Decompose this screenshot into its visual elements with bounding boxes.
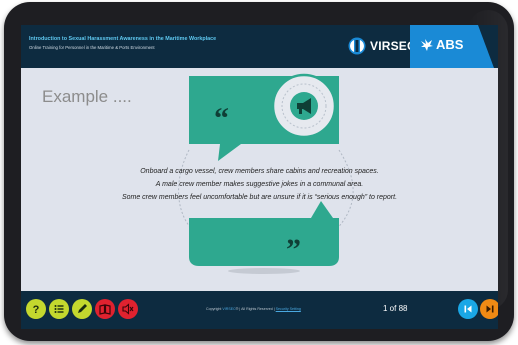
list-icon	[54, 305, 64, 313]
menu-button[interactable]	[49, 299, 69, 319]
help-button[interactable]: ?	[26, 299, 46, 319]
security-settings-link[interactable]: Security Setting	[276, 307, 301, 311]
scenario-line: A male crew member makes suggestive joke…	[155, 181, 364, 188]
next-button[interactable]	[480, 299, 498, 319]
bottom-speech-bubble	[189, 218, 339, 266]
skip-forward-icon	[486, 305, 494, 313]
speech-bubble-illustration: “ ”	[178, 73, 354, 274]
audio-button[interactable]	[118, 299, 138, 319]
close-quote-icon: ”	[286, 233, 301, 266]
scenario-line: Onboard a cargo vessel, crew members sha…	[140, 168, 379, 175]
skip-back-icon	[464, 305, 472, 313]
pencil-icon	[78, 304, 87, 313]
question-mark-icon: ?	[33, 304, 40, 315]
book-icon	[99, 304, 111, 315]
glossary-button[interactable]	[95, 299, 115, 319]
tablet-frame: Introduction to Sexual Harassment Awaren…	[4, 2, 514, 341]
svg-text:?: ?	[33, 304, 40, 315]
course-footer: ? Copyright VIRSEC® | All Rights Reserve…	[21, 291, 498, 329]
page-counter: 1 of 88	[383, 304, 408, 313]
scenario-text: Onboard a cargo vessel, crew members sha…	[21, 165, 498, 204]
scenario-line: Some crew members feel uncomfortable but…	[121, 194, 398, 201]
open-quote-icon: “	[214, 102, 229, 135]
copyright-notice: Copyright VIRSEC® | All Rights Reserved …	[206, 307, 301, 311]
previous-button[interactable]	[458, 299, 478, 319]
course-screen: Introduction to Sexual Harassment Awaren…	[21, 25, 498, 329]
notes-button[interactable]	[72, 299, 92, 319]
speaker-muted-icon	[122, 303, 134, 315]
bubble-shadow	[228, 268, 300, 274]
